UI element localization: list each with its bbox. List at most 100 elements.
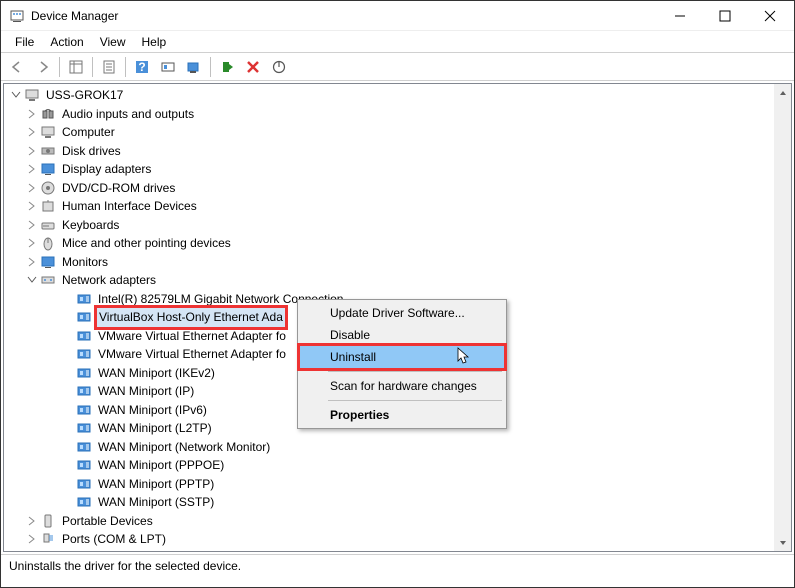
chevron-right-icon[interactable] — [24, 198, 40, 214]
title-bar: Device Manager — [1, 1, 794, 31]
menu-file[interactable]: File — [7, 33, 42, 51]
chevron-down-icon[interactable] — [8, 87, 24, 103]
window-title: Device Manager — [31, 9, 657, 23]
context-menu: Update Driver Software... Disable Uninst… — [297, 299, 507, 429]
chevron-right-icon[interactable] — [24, 124, 40, 140]
scroll-down-button[interactable] — [774, 534, 791, 551]
disable-button[interactable] — [267, 55, 291, 79]
enable-button[interactable] — [215, 55, 239, 79]
toolbar-separator — [59, 57, 60, 77]
chevron-right-icon[interactable] — [24, 161, 40, 177]
tree-node[interactable]: Human Interface Devices — [8, 197, 791, 216]
app-icon — [9, 8, 25, 24]
minimize-button[interactable] — [657, 2, 702, 30]
tree-node[interactable]: WAN Miniport (PPPOE) — [8, 456, 791, 475]
device-icon — [40, 106, 56, 122]
node-label: DVD/CD-ROM drives — [60, 179, 177, 198]
node-label: WAN Miniport (IKEv2) — [96, 364, 217, 383]
node-label: VirtualBox Host-Only Ethernet Ada — [96, 307, 286, 328]
device-icon — [76, 457, 92, 473]
node-label: Display adapters — [60, 160, 153, 179]
uninstall-button[interactable] — [241, 55, 265, 79]
chevron-right-icon[interactable] — [24, 106, 40, 122]
toolbar-separator — [125, 57, 126, 77]
menu-help[interactable]: Help — [134, 33, 175, 51]
close-button[interactable] — [747, 2, 792, 30]
chevron-right-icon[interactable] — [24, 254, 40, 270]
tree-node[interactable]: WAN Miniport (PPTP) — [8, 475, 791, 494]
vertical-scrollbar[interactable] — [774, 84, 791, 551]
node-label: WAN Miniport (PPPOE) — [96, 456, 226, 475]
back-button[interactable] — [5, 55, 29, 79]
status-text: Uninstalls the driver for the selected d… — [9, 559, 241, 573]
ctx-separator — [328, 400, 502, 401]
scan-hardware-button[interactable] — [182, 55, 206, 79]
ctx-disable[interactable]: Disable — [300, 324, 504, 346]
node-label: WAN Miniport (PPTP) — [96, 475, 216, 494]
svg-text:?: ? — [138, 60, 145, 74]
device-icon — [40, 217, 56, 233]
menu-bar: File Action View Help — [1, 31, 794, 53]
menu-view[interactable]: View — [92, 33, 134, 51]
menu-action[interactable]: Action — [42, 33, 91, 51]
ctx-properties[interactable]: Properties — [300, 404, 504, 426]
node-label: WAN Miniport (SSTP) — [96, 493, 216, 512]
node-label: Portable Devices — [60, 512, 155, 531]
properties-button[interactable] — [97, 55, 121, 79]
tree-node[interactable]: Disk drives — [8, 142, 791, 161]
chevron-right-icon[interactable] — [24, 235, 40, 251]
tree-node[interactable]: Audio inputs and outputs — [8, 105, 791, 124]
node-label: Audio inputs and outputs — [60, 105, 196, 124]
show-hide-tree-button[interactable] — [64, 55, 88, 79]
device-icon — [76, 383, 92, 399]
node-label: Disk drives — [60, 142, 123, 161]
node-label: WAN Miniport (L2TP) — [96, 419, 214, 438]
tree-node[interactable]: Display adapters — [8, 160, 791, 179]
ctx-update-driver[interactable]: Update Driver Software... — [300, 302, 504, 324]
node-label: Keyboards — [60, 216, 121, 235]
chevron-right-icon[interactable] — [24, 217, 40, 233]
tree-node[interactable]: Computer — [8, 123, 791, 142]
ctx-uninstall[interactable]: Uninstall — [300, 346, 504, 368]
device-icon — [76, 365, 92, 381]
tree-node[interactable]: WAN Miniport (SSTP) — [8, 493, 791, 512]
node-label: VMware Virtual Ethernet Adapter fo — [96, 327, 288, 346]
help-button[interactable]: ? — [130, 55, 154, 79]
tree-node[interactable]: Ports (COM & LPT) — [8, 530, 791, 549]
tree-root[interactable]: USS-GROK17 — [8, 86, 791, 105]
scroll-up-button[interactable] — [774, 84, 791, 101]
chevron-right-icon[interactable] — [24, 180, 40, 196]
chevron-right-icon[interactable] — [24, 550, 40, 552]
tree-node[interactable]: Print queues — [8, 549, 791, 553]
node-label: Human Interface Devices — [60, 197, 199, 216]
chevron-right-icon[interactable] — [24, 513, 40, 529]
ctx-scan[interactable]: Scan for hardware changes — [300, 375, 504, 397]
device-icon — [40, 254, 56, 270]
device-icon — [76, 291, 92, 307]
root-label: USS-GROK17 — [44, 86, 125, 105]
tree-node[interactable]: WAN Miniport (Network Monitor) — [8, 438, 791, 457]
tree-node[interactable]: Portable Devices — [8, 512, 791, 531]
device-icon — [40, 124, 56, 140]
tree-node[interactable]: DVD/CD-ROM drives — [8, 179, 791, 198]
category-network-adapters[interactable]: Network adapters — [8, 271, 791, 290]
device-icon — [76, 494, 92, 510]
device-icon — [76, 309, 92, 325]
category-label: Network adapters — [60, 271, 158, 290]
node-label: Monitors — [60, 253, 110, 272]
ctx-uninstall-label: Uninstall — [330, 350, 376, 364]
chevron-down-icon[interactable] — [24, 272, 40, 288]
node-label: Ports (COM & LPT) — [60, 530, 168, 549]
chevron-right-icon[interactable] — [24, 143, 40, 159]
node-label: Computer — [60, 123, 117, 142]
update-driver-button[interactable] — [156, 55, 180, 79]
tree-node[interactable]: Keyboards — [8, 216, 791, 235]
maximize-button[interactable] — [702, 2, 747, 30]
device-icon — [76, 328, 92, 344]
tree-node[interactable]: Mice and other pointing devices — [8, 234, 791, 253]
chevron-right-icon[interactable] — [24, 531, 40, 547]
tree-node[interactable]: Monitors — [8, 253, 791, 272]
device-icon — [40, 531, 56, 547]
node-label: VMware Virtual Ethernet Adapter fo — [96, 345, 288, 364]
forward-button[interactable] — [31, 55, 55, 79]
